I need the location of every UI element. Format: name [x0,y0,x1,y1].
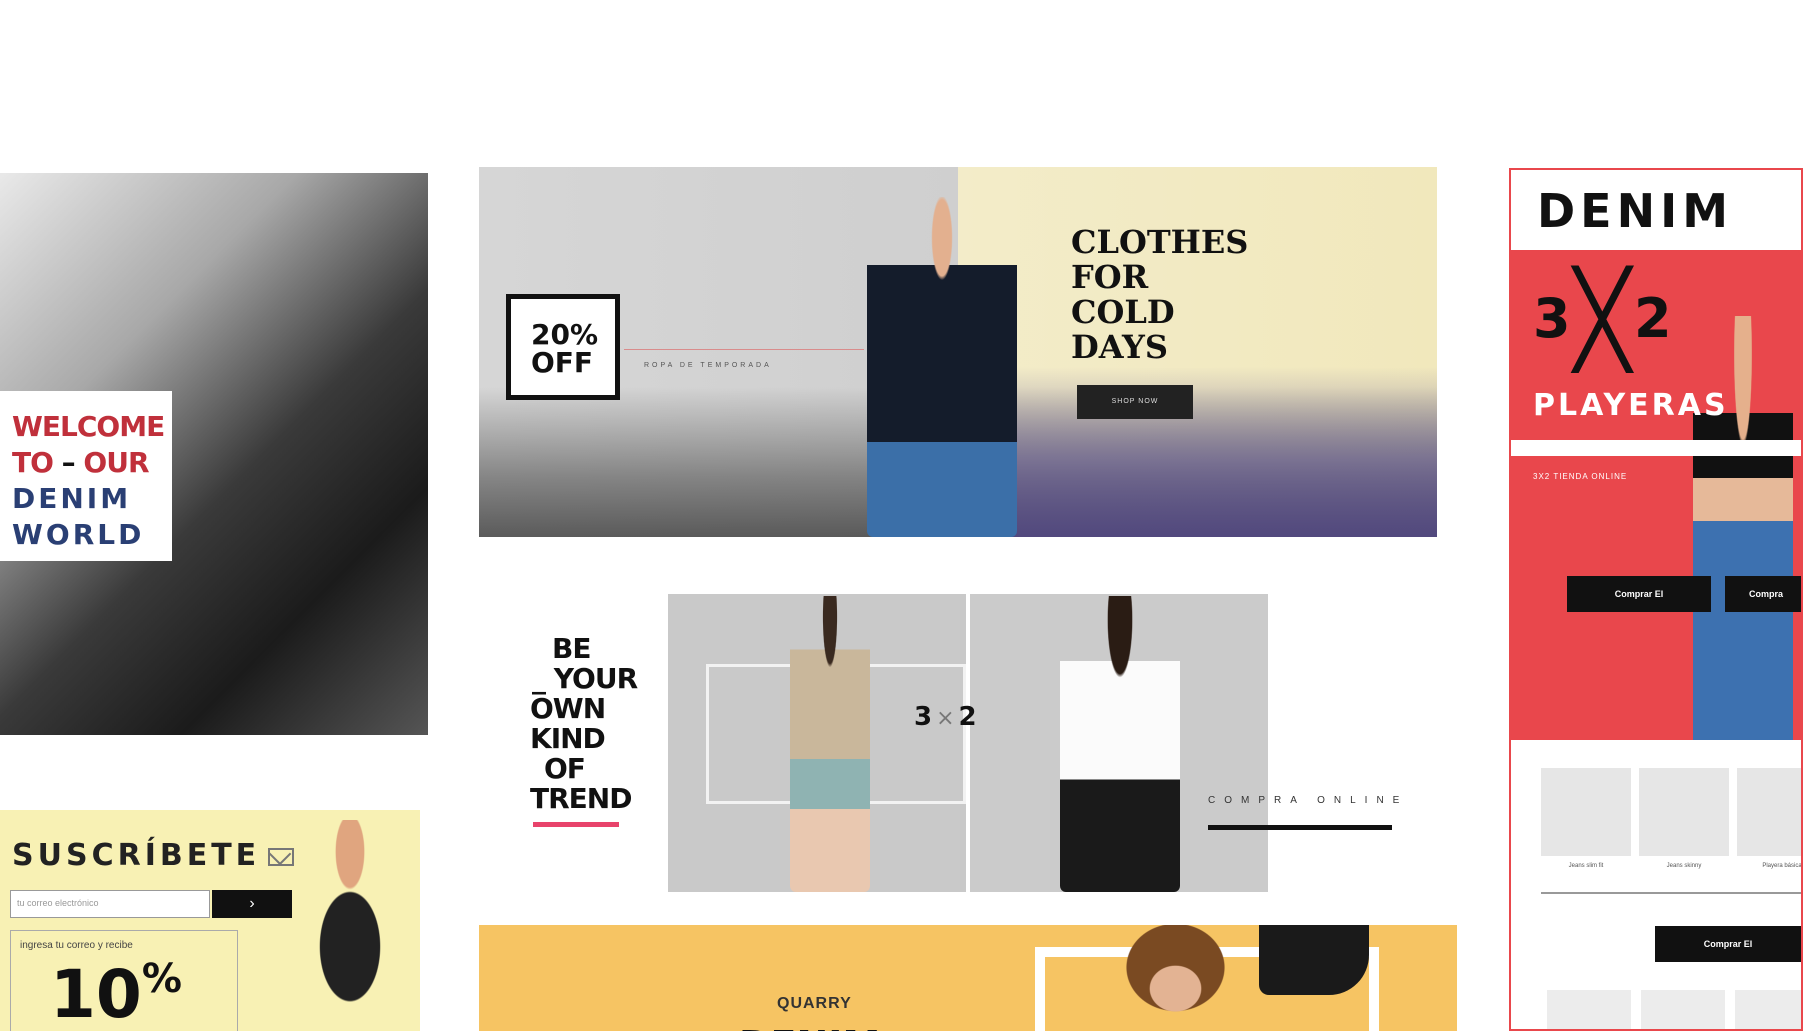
model-photo [280,820,420,1031]
product-caption: Playera básica [1762,863,1802,869]
accent-underline [533,822,619,827]
offer-3x2: 3 × 2 [914,702,977,732]
promo-value: 10% [50,956,182,1031]
welcome-label: WELCOME TO – OUR DENIM WORLD [0,391,172,561]
product-caption: Jeans skinny [1666,863,1702,869]
denim-tagline: 3X2 TIENDA ONLINE [1533,472,1628,481]
model-photo [1117,925,1247,1031]
quarry-banner: QUARRY DENIM [479,925,1457,1031]
product-caption: Jeans slim fit [1568,863,1604,869]
quarry-label: QUARRY [777,995,852,1012]
product-thumb[interactable] [1547,990,1631,1029]
trend-headline: BE _ YOUR OWN KIND OF TREND [530,632,638,815]
discount-badge: 20% OFF [506,294,620,400]
buy-button[interactable]: Comprar El [1567,576,1711,612]
product-thumb[interactable] [1641,990,1725,1029]
subscribe-title: SUSCRÍBETE [12,838,295,873]
divider [1541,892,1801,894]
hero-title: CLOTHES FOR COLD DAYS [1071,223,1249,366]
buy-online-link[interactable]: COMPRA ONLINE [1208,795,1408,806]
product-thumb[interactable] [1541,768,1631,856]
denim-promo-banner: DENIM 3╳2 PLAYERAS 3X2 TIENDA ONLINE Com… [1509,168,1803,1031]
product-thumb[interactable] [1639,768,1729,856]
product-thumb[interactable] [1735,990,1801,1029]
welcome-line-3: DENIM [12,482,132,515]
model-photo [867,197,1017,537]
divider-line [624,349,864,350]
denim-subtitle: PLAYERAS [1533,388,1729,423]
welcome-line-1: WELCOME [12,410,165,443]
subscribe-submit-button[interactable]: › [212,890,292,918]
welcome-banner: WELCOME TO – OUR DENIM WORLD [0,173,428,735]
model-photo [790,596,870,892]
email-field[interactable]: tu correo electrónico [10,890,210,918]
offer-3x2: 3╳2 [1533,266,1672,373]
forest-backdrop-right [958,367,1437,537]
hero-banner: 20% OFF ROPA DE TEMPORADA CLOTHES FOR COLD… [479,167,1437,537]
buy-button[interactable]: Comprar El [1655,926,1801,962]
hero-tagline: ROPA DE TEMPORADA [644,362,772,369]
model-sleeve [1259,925,1369,995]
welcome-line-4: WORLD [12,518,145,551]
cta-underline [1208,825,1392,830]
quarry-headline: DENIM [739,1023,880,1031]
buy-button-secondary[interactable]: Compra [1725,576,1801,612]
product-grid: Jeans slim fit Jeans skinny Playera bási… [1511,740,1802,1029]
denim-title: DENIM [1537,184,1733,238]
shop-now-button[interactable]: SHOP NOW [1077,385,1193,419]
product-thumb[interactable] [1737,768,1801,856]
welcome-line-2: TO – OUR [12,446,150,479]
divider [1511,440,1801,456]
promo-caption: ingresa tu correo y recibe [20,940,133,951]
subscribe-banner: SUSCRÍBETE tu correo electrónico › ingre… [0,810,420,1031]
envelope-icon [268,847,295,866]
model-photo [1060,596,1180,892]
